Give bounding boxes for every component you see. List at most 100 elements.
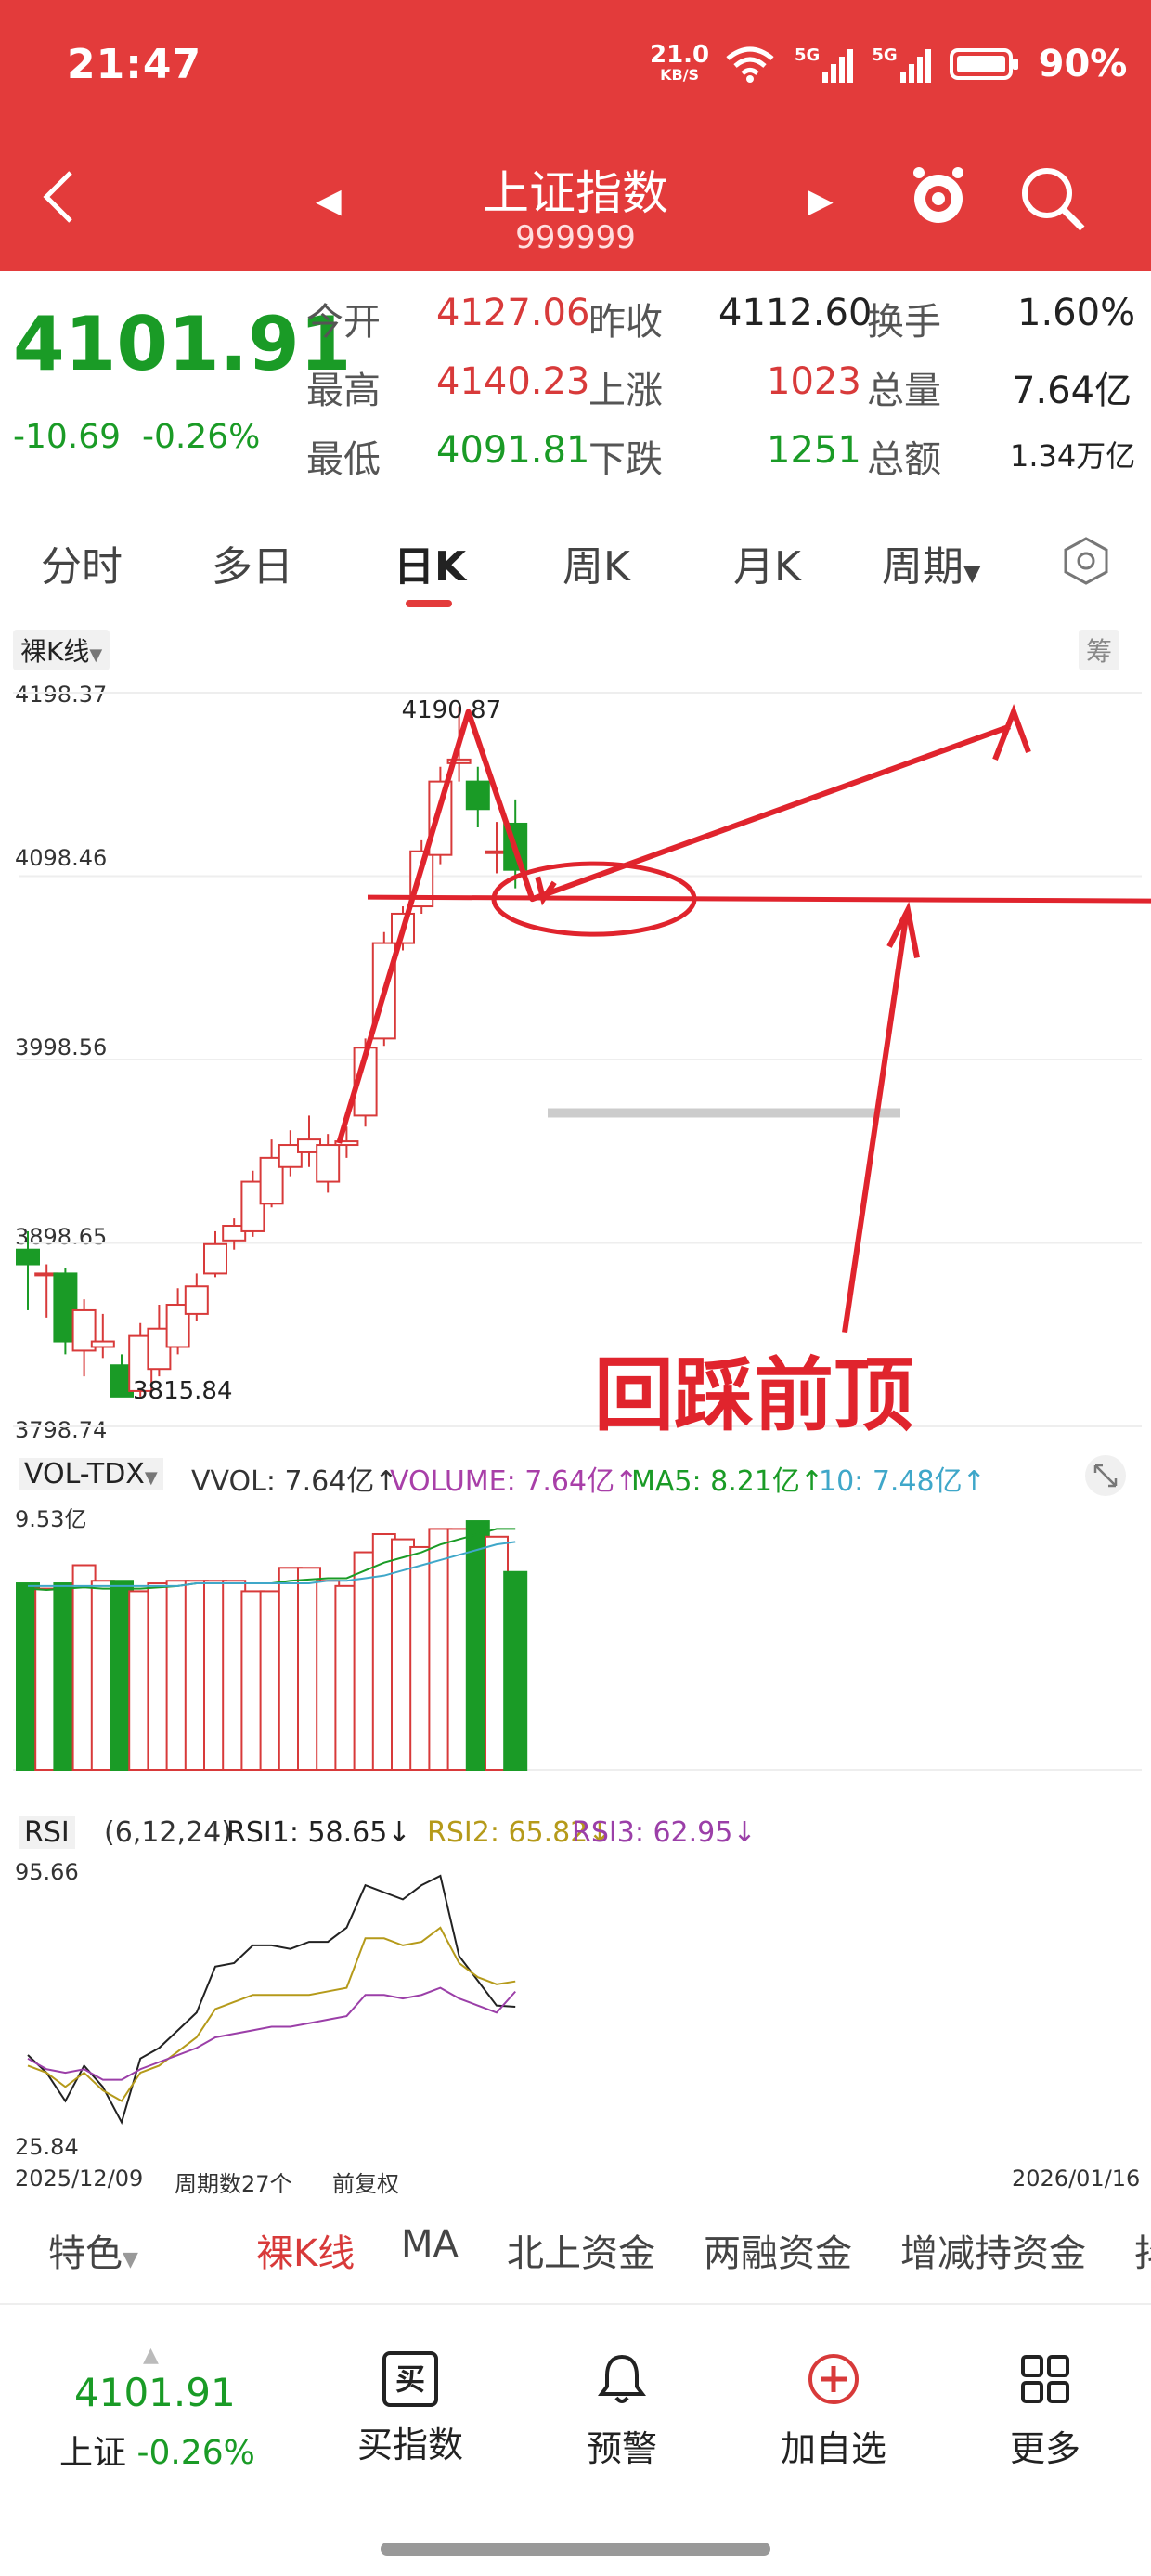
tab-intraday[interactable]: 分时 bbox=[41, 533, 123, 592]
buy-index-label: 买指数 bbox=[356, 2425, 463, 2465]
tab-period-label: 周期 bbox=[882, 543, 963, 591]
tab-weekly-k[interactable]: 周K bbox=[563, 533, 630, 592]
down-count-label: 下跌 bbox=[588, 438, 663, 481]
tab-daily-k[interactable]: 日K bbox=[394, 533, 466, 592]
reference-bar bbox=[548, 1108, 900, 1118]
status-bar: 21:47 21.0 KB/S 5G 5G 90% bbox=[0, 0, 1151, 139]
home-indicator[interactable] bbox=[381, 2543, 770, 2556]
low-label: 最低 bbox=[306, 438, 381, 481]
rsi2-line bbox=[27, 1926, 516, 2102]
high-marker-label: 4190.87 bbox=[402, 696, 502, 724]
feature-tab-holding-change[interactable]: 增减持资金 bbox=[900, 2223, 1086, 2277]
battery-icon bbox=[949, 48, 1018, 80]
plus-circle-icon bbox=[808, 2354, 859, 2404]
annotation-support-line bbox=[367, 894, 1151, 904]
ma5-value: MA5: 8.21亿↑ bbox=[631, 1465, 824, 1498]
feature-tab-special[interactable]: 特色▼ bbox=[48, 2223, 138, 2277]
high-label: 最高 bbox=[306, 370, 381, 412]
low-marker-label: 3815.84 bbox=[133, 1377, 233, 1405]
add-watchlist-button[interactable]: 加自选 bbox=[759, 2351, 908, 2471]
dropdown-arrow-icon: ▼ bbox=[963, 560, 981, 586]
feature-tab-northbound[interactable]: 北上资金 bbox=[507, 2223, 655, 2277]
bottom-toolbar: ▲ 4101.91 上证 -0.26% 买 买指数 预警 加自选 更多 bbox=[0, 2303, 1151, 2576]
volume-value-line: VOLUME: 7.64亿↑ bbox=[390, 1465, 639, 1498]
feature-tabs: 特色▼ 裸K线 MA 北上资金 两融资金 增减持资金 抖 bbox=[0, 2210, 1151, 2284]
adjust-mode: 前复权 bbox=[332, 2171, 399, 2197]
signal-label-1: 5G bbox=[795, 46, 821, 65]
annotation-arrowhead-down bbox=[535, 876, 557, 906]
change-value: -10.69 bbox=[13, 418, 122, 456]
candlestick-chart[interactable]: 4190.87 3815.84 回踩前顶 bbox=[0, 628, 1151, 1464]
search-icon[interactable] bbox=[1017, 163, 1088, 234]
next-stock-icon[interactable]: ▶ bbox=[808, 182, 834, 220]
feature-tab-ma[interactable]: MA bbox=[401, 2223, 459, 2266]
rsi-min-label: 25.84 bbox=[15, 2134, 79, 2160]
feature-tab-more[interactable]: 抖 bbox=[1134, 2223, 1151, 2277]
prev-close-value: 4112.60 bbox=[718, 292, 873, 334]
open-value: 4127.06 bbox=[436, 292, 590, 334]
period-count: 周期数27个 bbox=[175, 2171, 292, 2197]
app-header: 21:47 21.0 KB/S 5G 5G 90% ◀ 上证指数 999999 ▶ bbox=[0, 0, 1151, 271]
date-end: 2026/01/16 bbox=[1012, 2166, 1141, 2192]
expand-icon[interactable] bbox=[1084, 1454, 1127, 1497]
ma10-value: 10: 7.48亿↑ bbox=[819, 1465, 986, 1498]
vol-indicator-label: VOL-TDX bbox=[24, 1458, 145, 1490]
wifi-icon bbox=[726, 46, 774, 83]
chart-area[interactable]: 裸K线▼ 筹 4198.37 4098.46 3998.56 3898.65 3… bbox=[0, 628, 1151, 2206]
date-start: 2025/12/09 bbox=[15, 2166, 144, 2192]
volume-chart[interactable] bbox=[0, 1519, 1151, 1798]
rsi3-value: RSI3: 62.95↓ bbox=[572, 1816, 757, 1849]
vol-indicator-tag[interactable]: VOL-TDX▼ bbox=[19, 1458, 163, 1490]
turnover-value: 1.60% bbox=[1017, 292, 1136, 334]
tab-multi-day[interactable]: 多日 bbox=[212, 533, 293, 592]
tab-monthly-k[interactable]: 月K bbox=[733, 533, 801, 592]
turnover-label: 换手 bbox=[867, 301, 941, 344]
rsi-indicator-tag[interactable]: RSI bbox=[19, 1816, 75, 1849]
low-value: 4091.81 bbox=[436, 429, 590, 472]
period-tabs: 分时 多日 日K 周K 月K 周期▼ bbox=[0, 520, 1151, 613]
rsi1-line bbox=[27, 1874, 516, 2126]
more-button[interactable]: 更多 bbox=[971, 2351, 1119, 2471]
page-title: 上证指数 bbox=[483, 166, 668, 220]
high-value: 4140.23 bbox=[436, 360, 590, 403]
candle-body bbox=[465, 780, 490, 811]
rsi-params: (6,12,24) bbox=[104, 1816, 232, 1849]
feature-tab-naked-k[interactable]: 裸K线 bbox=[256, 2223, 355, 2277]
rsi-chart[interactable] bbox=[0, 1872, 1151, 2151]
grid-icon bbox=[1021, 2355, 1069, 2403]
add-watchlist-label: 加自选 bbox=[780, 2428, 886, 2469]
buy-index-button[interactable]: 买 买指数 bbox=[336, 2351, 485, 2467]
bottom-price: 4101.91 bbox=[74, 2370, 236, 2415]
status-icons: 5G 5G 90% bbox=[724, 41, 1127, 87]
feature-tab-margin[interactable]: 两融资金 bbox=[704, 2223, 852, 2277]
bottom-name-text: 上证 bbox=[59, 2434, 127, 2472]
candle-body bbox=[184, 1285, 209, 1315]
rsi1-value: RSI1: 58.65↓ bbox=[226, 1816, 411, 1849]
candle-body bbox=[16, 1248, 40, 1266]
current-price: 4101.91 bbox=[13, 301, 352, 387]
candle-body bbox=[203, 1242, 227, 1275]
volume-value: 7.64亿 bbox=[1012, 370, 1132, 412]
candle-body bbox=[90, 1340, 115, 1348]
open-label: 今开 bbox=[306, 301, 381, 344]
vol-indicator-arrow-icon: ▼ bbox=[144, 1468, 158, 1488]
net-speed: 21.0 KB/S bbox=[650, 43, 709, 85]
signal-icon-1: 5G bbox=[795, 46, 854, 83]
vvol-value: VVOL: 7.64亿↑ bbox=[191, 1465, 398, 1498]
tab-period[interactable]: 周期▼ bbox=[882, 533, 980, 592]
alert-button[interactable]: 预警 bbox=[548, 2351, 696, 2471]
alert-label: 预警 bbox=[586, 2428, 657, 2469]
candle-body bbox=[428, 780, 453, 856]
battery-percent: 90% bbox=[1038, 43, 1128, 85]
rsi3-line bbox=[27, 1986, 516, 2081]
up-count-value: 1023 bbox=[767, 360, 861, 403]
bottom-index-name: 上证 -0.26% bbox=[59, 2426, 255, 2474]
prev-close-label: 昨收 bbox=[588, 301, 663, 344]
mascot-icon[interactable] bbox=[906, 163, 971, 228]
quote-panel: 4101.91 -10.69 -0.26% 今开 4127.06 昨收 4112… bbox=[0, 271, 1151, 492]
settings-hex-icon[interactable] bbox=[1058, 533, 1114, 589]
buy-icon: 买 bbox=[382, 2351, 438, 2407]
signal-label-2: 5G bbox=[872, 46, 898, 65]
status-time: 21:47 bbox=[67, 41, 202, 88]
active-tab-indicator bbox=[406, 600, 452, 607]
